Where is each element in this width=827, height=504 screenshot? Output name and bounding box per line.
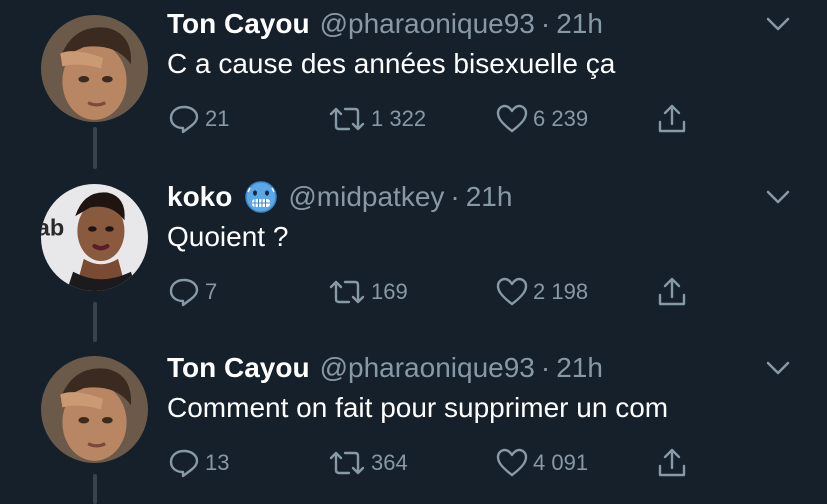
separator-dot: · (450, 181, 460, 212)
heart-icon (496, 277, 528, 306)
svg-text:ab: ab (41, 214, 64, 240)
timestamp[interactable]: 21h (556, 352, 603, 384)
display-name[interactable]: koko (167, 181, 232, 213)
heart-icon (496, 104, 528, 133)
tweet-text: Quoient ? (167, 221, 289, 252)
retweet-icon (329, 280, 365, 304)
like-button[interactable]: 4 091 (495, 446, 588, 480)
reply-count: 13 (205, 450, 230, 475)
tweet[interactable]: Ton Cayou @pharaonique93 · 21h Comment o… (0, 348, 827, 504)
chevron-down-icon[interactable] (765, 14, 791, 34)
tweet-text: C a cause des années bisexuelle ça (167, 48, 616, 79)
retweet-button[interactable]: 169 (327, 275, 408, 309)
avatar-image (41, 356, 148, 463)
chevron-down-icon[interactable] (765, 358, 791, 378)
like-button[interactable]: 6 239 (495, 102, 588, 136)
tweet-actions: 13 364 4 091 (167, 446, 727, 486)
share-icon (658, 448, 686, 477)
user-handle[interactable]: @pharaonique93 (320, 352, 535, 384)
avatar[interactable] (41, 356, 148, 463)
reply-button[interactable]: 13 (167, 446, 229, 480)
like-count: 2 198 (533, 279, 589, 304)
retweet-icon (329, 451, 365, 475)
avatar-image: ab (41, 184, 148, 291)
reply-icon (169, 105, 199, 134)
like-button[interactable]: 2 198 (495, 275, 588, 309)
avatar[interactable] (41, 15, 148, 122)
user-handle[interactable]: @midpatkey (288, 181, 444, 213)
retweet-count: 169 (371, 279, 408, 304)
tweet[interactable]: ab koko @midpatkey · 21h Quoient ? (0, 177, 827, 337)
share-icon (658, 104, 686, 133)
avatar[interactable]: ab (41, 184, 148, 291)
like-count: 6 239 (533, 106, 589, 131)
reply-count: 21 (205, 106, 230, 131)
reply-count: 7 (205, 279, 218, 304)
tweet-actions: 7 169 2 198 (167, 275, 727, 315)
cold-face-emoji-icon (245, 181, 278, 213)
reply-icon (169, 278, 199, 307)
share-button[interactable] (655, 102, 689, 136)
user-handle[interactable]: @pharaonique93 (320, 8, 535, 40)
timestamp[interactable]: 21h (466, 181, 513, 213)
separator-dot: · (540, 352, 551, 383)
retweet-count: 1 322 (371, 106, 427, 131)
separator-dot: · (540, 8, 551, 39)
timestamp[interactable]: 21h (556, 8, 603, 40)
display-name[interactable]: Ton Cayou (167, 8, 310, 40)
heart-icon (496, 448, 528, 477)
retweet-count: 364 (371, 450, 408, 475)
tweet-actions: 21 1 322 6 239 (167, 102, 727, 142)
retweet-icon (329, 107, 365, 131)
like-count: 4 091 (533, 450, 589, 475)
tweet-text: Comment on fait pour supprimer un com (167, 392, 669, 423)
display-name[interactable]: Ton Cayou (167, 352, 310, 384)
avatar-image (41, 15, 148, 122)
retweet-button[interactable]: 1 322 (327, 102, 426, 136)
share-button[interactable] (655, 275, 689, 309)
share-icon (658, 277, 686, 306)
retweet-button[interactable]: 364 (327, 446, 408, 480)
reply-button[interactable]: 7 (167, 275, 217, 309)
tweet[interactable]: Ton Cayou @pharaonique93 · 21h C a cause… (0, 4, 827, 164)
chevron-down-icon[interactable] (765, 187, 791, 207)
share-button[interactable] (655, 446, 689, 480)
reply-button[interactable]: 21 (167, 102, 229, 136)
reply-icon (169, 449, 199, 478)
